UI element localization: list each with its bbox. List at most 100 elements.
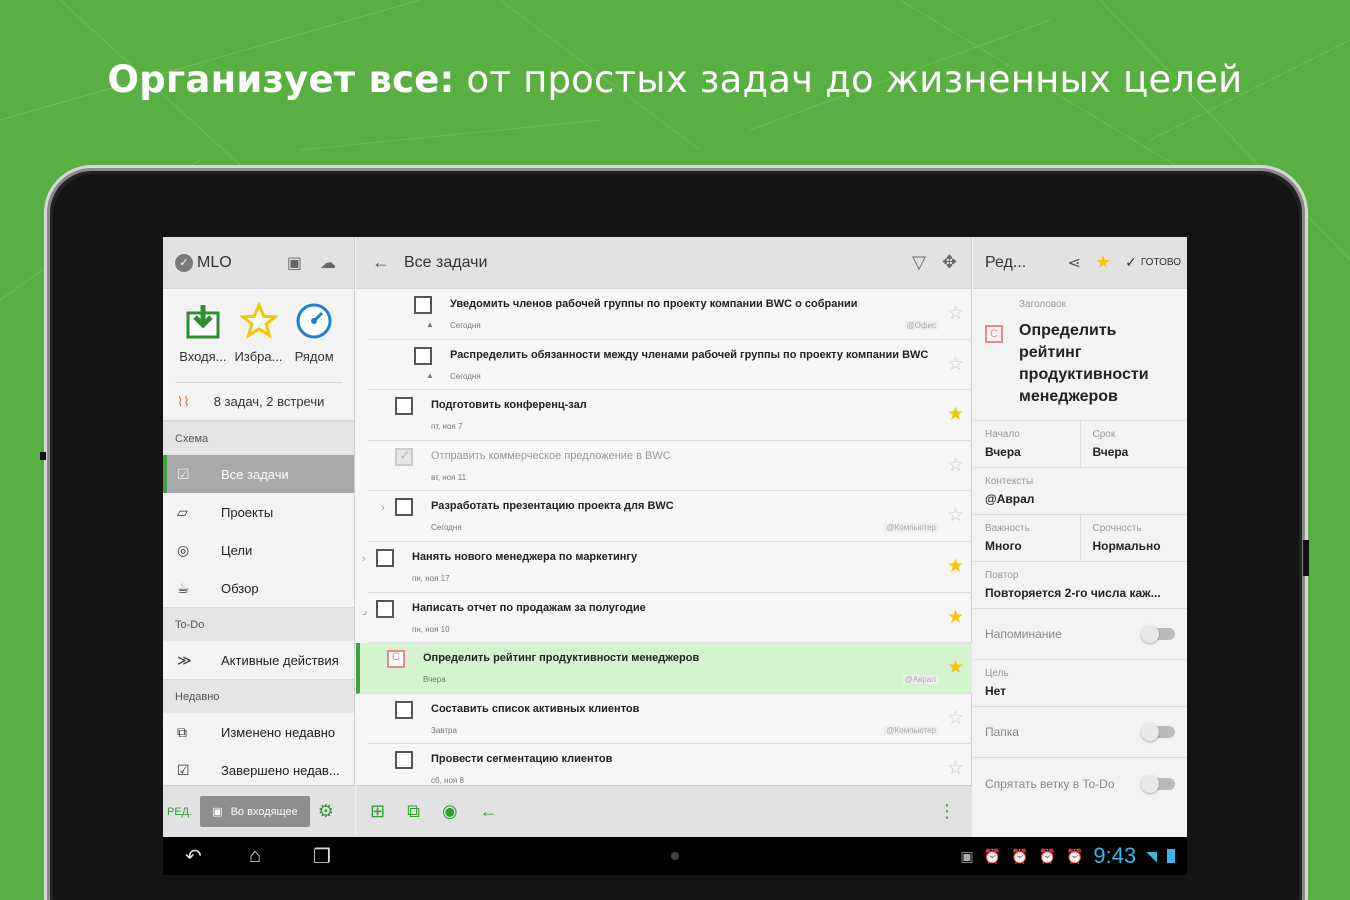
task-checkbox[interactable]: [395, 397, 413, 416]
gear-icon[interactable]: ⚙: [318, 801, 334, 822]
hide-branch-toggle[interactable]: [1141, 774, 1175, 793]
contexts-field[interactable]: Контексты @Аврал: [973, 468, 1187, 515]
back-arrow-icon[interactable]: ←: [372, 252, 390, 273]
quick-access: Входя... Избра... Рядом: [175, 289, 342, 383]
add-task-icon[interactable]: ⊞: [370, 801, 385, 822]
edit-button[interactable]: РЕД.: [167, 806, 192, 818]
task-date: Вчера: [423, 675, 446, 685]
start-field[interactable]: Начало Вчера: [973, 421, 1080, 467]
left-toolbar: ✓ MLO ▣ ☁: [163, 237, 354, 289]
section-recent: Недавно: [163, 679, 354, 713]
bell-icon: ▲: [426, 370, 434, 380]
star-icon[interactable]: ☆: [947, 454, 964, 477]
favorite-star-icon[interactable]: ★: [1095, 252, 1111, 273]
task-checkbox[interactable]: [376, 548, 394, 567]
eye-icon[interactable]: ◉: [442, 801, 458, 822]
section-schema: Схема: [163, 421, 354, 455]
done-button[interactable]: ✓ ГОТОВО: [1125, 254, 1181, 271]
double-chevron-icon: ≫: [177, 651, 192, 668]
task-row[interactable]: ⌟ Написать отчет по продажам за полугодие…: [362, 593, 972, 644]
start-value: Вчера: [985, 445, 1021, 459]
task-row[interactable]: Составить список активных клиентов Завтра…: [368, 694, 972, 745]
task-checkbox[interactable]: [414, 346, 432, 365]
task-row[interactable]: Провести сегментацию клиентов сб, ноя 8 ☆: [368, 744, 972, 785]
due-field[interactable]: Срок Вчера: [1079, 421, 1188, 467]
star-icon[interactable]: ☆: [947, 302, 964, 325]
importance-field[interactable]: Важность Много: [973, 515, 1080, 561]
contexts-label: Контексты: [985, 476, 1034, 487]
goal-value: Нет: [985, 684, 1007, 698]
nav-review[interactable]: ☕ Обзор: [163, 569, 354, 607]
system-nav-bar: ↶ ⌂ ❐ ▣ ⏰ ⏰ ⏰ ⏰ 9:43 ◥: [163, 837, 1187, 875]
nav-recently-completed[interactable]: ☑ Завершено недав...: [163, 751, 354, 789]
folder-toggle[interactable]: [1141, 723, 1175, 741]
due-label: Срок: [1092, 429, 1116, 440]
nav-active-actions[interactable]: ≫ Активные действия: [163, 641, 354, 679]
task-checkbox[interactable]: [414, 296, 432, 314]
reminder-toggle[interactable]: [1141, 625, 1175, 643]
task-row[interactable]: Определить рейтинг продуктивности менедж…: [356, 643, 972, 694]
goal-checkbox[interactable]: [387, 650, 405, 669]
task-checkbox[interactable]: [395, 447, 413, 466]
quick-nearby[interactable]: Рядом: [286, 289, 342, 382]
files-icon[interactable]: ▣: [287, 253, 302, 273]
task-date: Сегодня: [450, 371, 481, 381]
bell-icon: ▲: [426, 320, 434, 329]
quick-inbox[interactable]: Входя...: [175, 289, 231, 382]
nav-recently-changed[interactable]: ⧉ Изменено недавно: [163, 713, 354, 751]
to-inbox-button[interactable]: ▣ Во входящее: [200, 796, 310, 827]
star-icon[interactable]: ☆: [947, 504, 964, 527]
repeat-field[interactable]: Повтор Повторяется 2-го числа каж...: [973, 562, 1187, 609]
home-icon[interactable]: ⌂: [249, 845, 291, 868]
star-icon[interactable]: ☆: [947, 757, 964, 780]
goal-field[interactable]: Цель Нет: [973, 660, 1187, 707]
expand-arrow-icon[interactable]: ›: [381, 502, 385, 514]
recent-apps-icon[interactable]: ❐: [313, 844, 355, 869]
folder-label: Папка: [985, 725, 1019, 739]
add-subtask-icon[interactable]: ⧉: [407, 801, 420, 822]
quick-favorites[interactable]: Избра...: [231, 289, 287, 382]
task-list-title: Все задачи: [404, 253, 488, 271]
task-context: @Аврал: [902, 675, 938, 685]
task-row[interactable]: Отправить коммерческое предложение в BWC…: [368, 441, 972, 492]
heading-field[interactable]: Заголовок C Определить рейтинг продуктив…: [973, 289, 1187, 421]
expand-arrow-icon[interactable]: ⌟: [362, 604, 367, 617]
task-date: пт, ноя 7: [431, 422, 463, 432]
star-icon[interactable]: ★: [947, 606, 964, 629]
task-row[interactable]: › Нанять нового менеджера по маркетингу пн…: [362, 542, 972, 593]
back-icon[interactable]: ↶: [185, 844, 227, 869]
task-row[interactable]: › Разработать презентацию проекта для BWC…: [368, 491, 972, 542]
task-context: @Офис: [904, 321, 938, 330]
inbox-icon: [175, 301, 231, 341]
task-title: Подготовить конференц-зал: [431, 399, 587, 412]
cloud-sync-icon[interactable]: ☁: [320, 253, 336, 273]
task-row[interactable]: Подготовить конференц-зал пт, ноя 7 ★: [368, 390, 972, 441]
star-icon[interactable]: ☆: [947, 353, 964, 376]
task-row[interactable]: Уведомить членов рабочей группы по проек…: [368, 289, 972, 340]
urgency-field[interactable]: Срочность Нормально: [1079, 515, 1188, 561]
daily-summary[interactable]: ⌇⌇ 8 задач, 2 встречи: [163, 383, 354, 421]
gallery-icon: ▣: [960, 847, 974, 864]
task-checkbox[interactable]: [395, 700, 413, 719]
nav-goals[interactable]: ◎ Цели: [163, 531, 354, 569]
star-icon[interactable]: ★: [947, 555, 964, 578]
task-checkbox[interactable]: [376, 599, 394, 618]
headline-bold: Организует все:: [107, 58, 455, 101]
nav-projects[interactable]: ▱ Проекты: [163, 493, 354, 531]
share-icon[interactable]: ⋖: [1068, 253, 1081, 273]
expand-arrow-icon[interactable]: ›: [362, 553, 366, 565]
star-icon[interactable]: ★: [947, 403, 964, 426]
app-screen: ✓ MLO ▣ ☁ Входя... Избра... Рядом ⌇⌇ 8 з…: [163, 237, 1187, 875]
task-checkbox[interactable]: [395, 751, 413, 770]
alarm-icon: ⏰: [1065, 847, 1084, 864]
filter-icon[interactable]: ▽: [912, 252, 926, 273]
task-row[interactable]: Распределить обязанности между членами р…: [368, 340, 972, 391]
move-icon[interactable]: ✥: [942, 252, 957, 273]
more-menu-icon[interactable]: ⋮: [938, 801, 956, 822]
nav-all-tasks[interactable]: ☑ Все задачи: [163, 455, 354, 493]
outdent-arrow-icon[interactable]: ←: [480, 801, 498, 822]
star-icon[interactable]: ☆: [947, 707, 964, 730]
star-icon[interactable]: ★: [947, 656, 964, 679]
task-checkbox[interactable]: [395, 498, 413, 517]
editor-title: Ред...: [985, 253, 1027, 271]
